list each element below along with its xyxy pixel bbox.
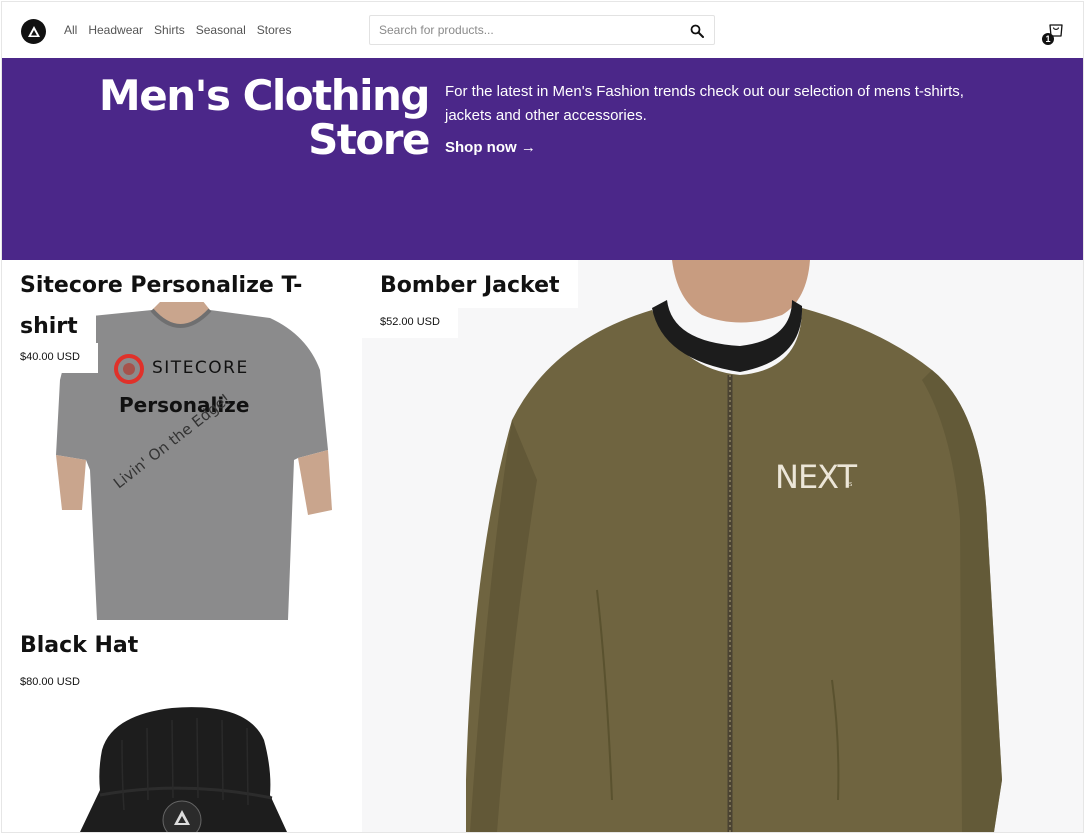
search-input[interactable] [379, 23, 679, 37]
store-logo[interactable] [21, 19, 46, 44]
product-label: Black Hat $80.00 USD [2, 620, 157, 698]
product-label: Bomber Jacket $52.00 USD [362, 260, 578, 338]
product-name-line-2: shirt [20, 314, 78, 339]
product-name-cont: shirt [2, 302, 96, 343]
jacket-print-logo-sub: .JS [846, 482, 853, 488]
nav-item-shirts[interactable]: Shirts [154, 23, 185, 37]
nav-item-stores[interactable]: Stores [257, 23, 292, 37]
product-card-bomber-jacket[interactable]: NEXT .JS Bomber Jacket $52.00 USD [362, 260, 1083, 832]
hero-title-line-1: Men's Clothing [98, 71, 431, 120]
product-price: $52.00 USD [362, 308, 458, 338]
bomber-jacket-image [362, 260, 1083, 832]
hero-description: For the latest in Men's Fashion trends c… [445, 83, 964, 124]
hero-title: Men's Clothing Store [89, 71, 431, 164]
nav-item-seasonal[interactable]: Seasonal [196, 23, 246, 37]
product-name: Sitecore Personalize T- [2, 260, 321, 302]
product-card-black-hat[interactable]: Black Hat $80.00 USD [2, 620, 362, 832]
product-price: $40.00 USD [2, 343, 98, 373]
product-label: Sitecore Personalize T- shirt $40.00 USD [2, 260, 321, 373]
site-header: All Headwear Shirts Seasonal Stores 1 [2, 2, 1083, 58]
nav-item-headwear[interactable]: Headwear [88, 23, 143, 37]
shop-now-link[interactable]: Shop now → [445, 139, 536, 156]
product-grid: SITECORE Personalize Livin' On the Edge!… [2, 260, 1083, 832]
cart-button[interactable]: 1 [1042, 20, 1064, 46]
product-price: $80.00 USD [2, 668, 98, 698]
search-box [369, 15, 715, 45]
product-name: Black Hat [2, 620, 157, 668]
product-card-tshirt[interactable]: SITECORE Personalize Livin' On the Edge!… [2, 260, 362, 620]
page-frame: All Headwear Shirts Seasonal Stores 1 Me… [1, 1, 1084, 833]
logo-triangle-icon [27, 26, 40, 37]
cart-count-badge: 1 [1042, 33, 1054, 45]
product-name-line-1: Sitecore Personalize T- [20, 273, 303, 298]
nav-item-all[interactable]: All [64, 23, 77, 37]
jacket-print-logo: NEXT [775, 458, 857, 496]
hero-banner: Men's Clothing Store For the latest in M… [2, 58, 1083, 260]
hero-title-line-2: Store [308, 115, 430, 164]
main-nav: All Headwear Shirts Seasonal Stores [64, 23, 291, 37]
search-icon[interactable] [690, 24, 704, 38]
product-name: Bomber Jacket [362, 260, 578, 308]
